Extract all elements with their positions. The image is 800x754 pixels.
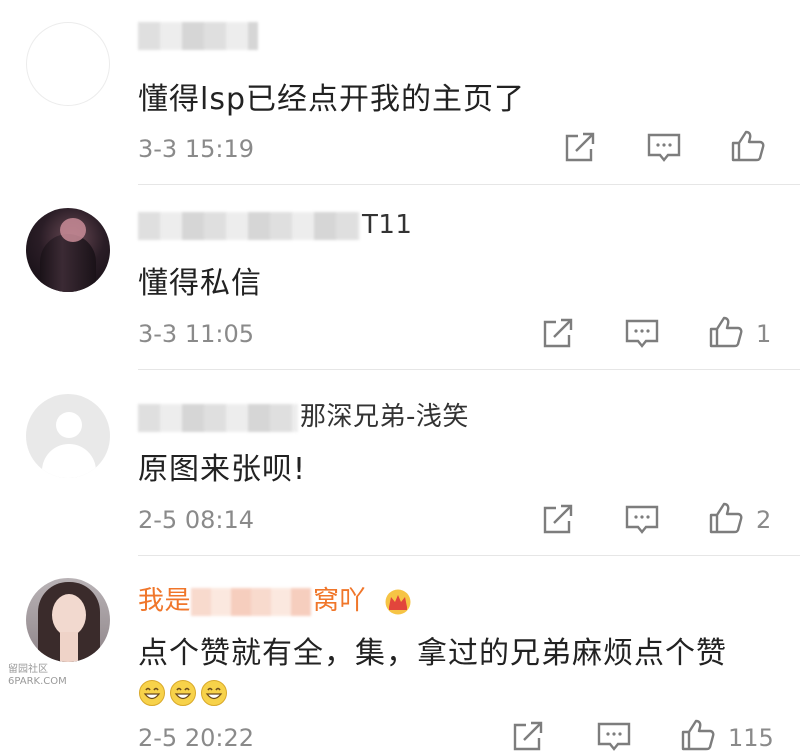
comment-icon[interactable]: [624, 317, 660, 351]
divider: [138, 184, 800, 185]
avatar[interactable]: [26, 578, 110, 662]
blurred-username: [138, 211, 360, 240]
blurred-username: [138, 403, 298, 432]
divider: [138, 369, 800, 370]
comment-icon[interactable]: [624, 503, 660, 537]
comment-text: 懂得lsp已经点开我的主页了: [138, 82, 526, 117]
comment-username[interactable]: [138, 20, 260, 50]
avatar[interactable]: [26, 208, 110, 292]
comment-username[interactable]: T11: [138, 210, 412, 240]
divider: [138, 555, 800, 556]
comment-icon[interactable]: [596, 720, 632, 754]
comment-text: 懂得私信: [138, 266, 262, 301]
comment-icon[interactable]: [646, 131, 682, 165]
share-icon[interactable]: [540, 503, 576, 537]
thumbs-up-icon[interactable]: [680, 718, 716, 752]
comment-text: 点个赞就有全，集，拿过的兄弟麻烦点个赞: [138, 636, 727, 671]
comment-time: 2-5 20:22: [138, 724, 254, 752]
blurred-username: [191, 587, 312, 616]
comment-time: 3-3 11:05: [138, 320, 254, 348]
avatar[interactable]: [26, 394, 110, 478]
grin-emoji-icon: [170, 679, 196, 706]
crown-icon: [385, 589, 411, 614]
comment-time: 2-5 08:14: [138, 506, 254, 534]
thumbs-up-icon[interactable]: [708, 315, 744, 349]
emoji-row: [138, 674, 231, 709]
avatar[interactable]: [26, 22, 110, 106]
watermark: 留园社区 6PARK.COM: [8, 664, 67, 687]
grin-emoji-icon: [139, 679, 165, 706]
share-icon[interactable]: [562, 131, 598, 165]
blurred-username: [138, 21, 258, 50]
share-icon[interactable]: [540, 317, 576, 351]
share-icon[interactable]: [510, 720, 546, 754]
like-count: 115: [728, 724, 774, 752]
comment-username[interactable]: 我是 窝吖: [138, 580, 413, 617]
like-count: 1: [756, 320, 772, 348]
thumbs-up-icon[interactable]: [708, 501, 744, 535]
grin-emoji-icon: [201, 679, 227, 706]
thumbs-up-icon[interactable]: [730, 129, 766, 163]
comment-time: 3-3 15:19: [138, 135, 254, 163]
like-count: 2: [756, 506, 772, 534]
comment-username[interactable]: 那深兄弟-浅笑: [138, 396, 469, 433]
comment-text: 原图来张呗!: [138, 452, 307, 487]
